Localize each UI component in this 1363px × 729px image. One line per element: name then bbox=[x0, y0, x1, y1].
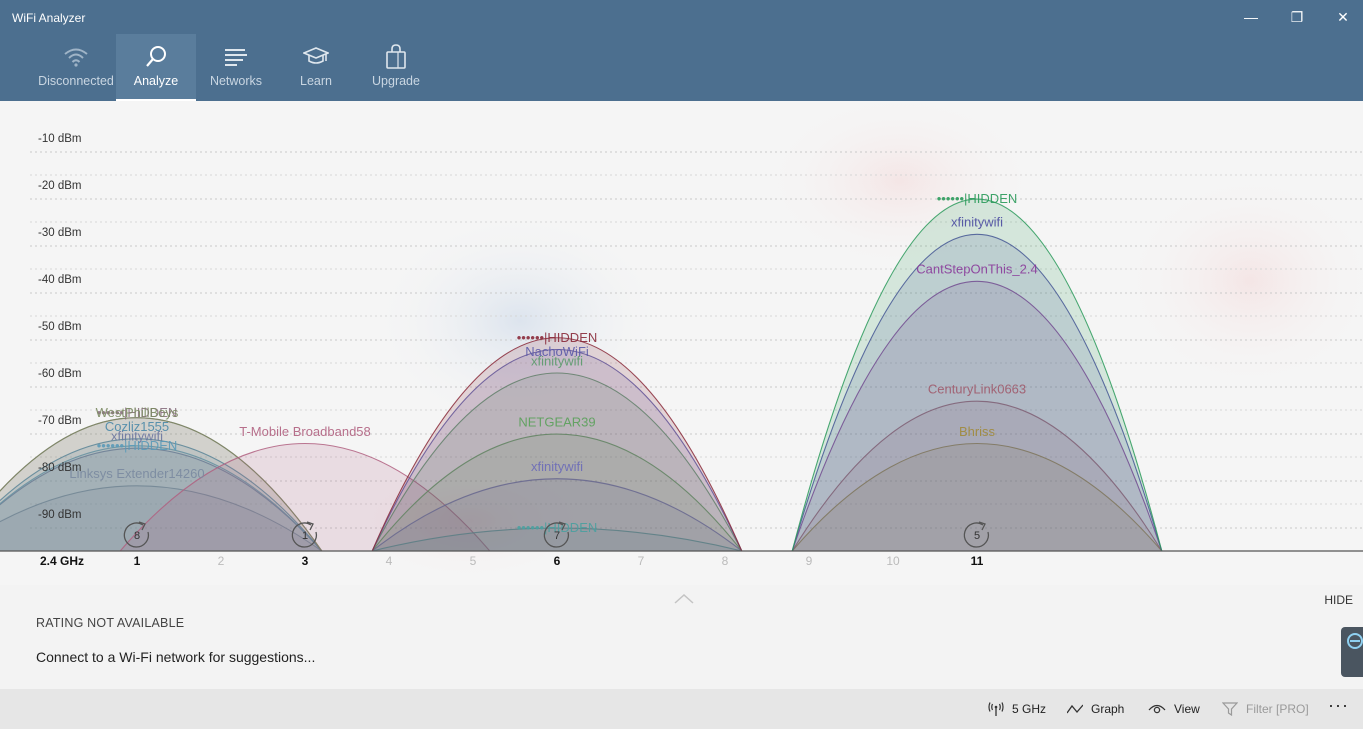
graduation-cap-icon bbox=[303, 44, 329, 70]
y-tick-label: -30 dBm bbox=[38, 227, 81, 239]
network-label: ••••••|HIDDEN bbox=[937, 191, 1018, 206]
nav-item-upgrade[interactable]: Upgrade bbox=[356, 34, 436, 101]
y-tick-label: -20 dBm bbox=[38, 180, 81, 192]
network-label: xfinitywifi bbox=[951, 215, 1003, 230]
x-tick-label: 11 bbox=[971, 554, 984, 568]
side-panel-tab[interactable] bbox=[1341, 627, 1363, 677]
nav-item-networks[interactable]: Networks bbox=[196, 34, 276, 101]
minimize-icon: — bbox=[1244, 9, 1258, 25]
x-tick-label: 6 bbox=[554, 554, 561, 568]
x-tick-label: 10 bbox=[886, 554, 900, 568]
filter-icon bbox=[1222, 702, 1238, 716]
network-label: WestPhillBoys bbox=[96, 405, 179, 420]
maximize-button[interactable]: ❐ bbox=[1274, 0, 1320, 34]
main-nav: Disconnected Analyze Networks Learn Upgr… bbox=[36, 34, 436, 101]
y-tick-label: -80 dBm bbox=[38, 462, 81, 474]
more-options-button[interactable]: ··· bbox=[1328, 695, 1349, 716]
x-tick-label: 5 bbox=[470, 554, 477, 568]
channel-count: 8 bbox=[134, 530, 140, 542]
channel-count: 7 bbox=[554, 530, 560, 542]
chevron-up-icon[interactable] bbox=[673, 592, 695, 610]
x-tick-label: 8 bbox=[722, 554, 729, 568]
band-toggle-button[interactable]: 5 GHz bbox=[988, 689, 1046, 729]
close-icon: ✕ bbox=[1337, 8, 1349, 25]
nav-label: Disconnected bbox=[38, 74, 114, 88]
channel-graph-svg: Linksys Extender14260 xfinitywifi ••••••|H… bbox=[0, 101, 1363, 581]
eye-icon bbox=[1148, 703, 1166, 715]
maximize-icon: ❐ bbox=[1290, 8, 1304, 25]
channel-count: 1 bbox=[302, 530, 308, 542]
network-label: CantStepOnThis_2.4 bbox=[916, 262, 1037, 277]
graph-label: Graph bbox=[1091, 702, 1125, 716]
command-bar: 5 GHz Graph View Filter [PRO] ··· bbox=[0, 689, 1363, 729]
x-tick-label: 3 bbox=[302, 554, 309, 568]
antenna-icon bbox=[988, 702, 1004, 716]
view-button[interactable]: View bbox=[1148, 689, 1200, 729]
rating-panel: HIDE RATING NOT AVAILABLE Connect to a W… bbox=[0, 585, 1363, 689]
network-label: xfinitywifi bbox=[531, 459, 583, 474]
nav-item-learn[interactable]: Learn bbox=[276, 34, 356, 101]
title-bar: WiFi Analyzer — ❐ ✕ Disconnected Analyze… bbox=[0, 0, 1363, 101]
nav-label: Analyze bbox=[133, 74, 179, 88]
network-label: ••••••|HIDDEN bbox=[97, 438, 178, 453]
network-label: T-Mobile Broadband58 bbox=[239, 424, 371, 439]
y-tick-label: -50 dBm bbox=[38, 321, 81, 333]
x-tick-label: 1 bbox=[134, 554, 141, 568]
y-tick-label: -90 dBm bbox=[38, 509, 81, 521]
network-label: NachoWiFi bbox=[525, 344, 589, 359]
network-label: ••••••|HIDDEN bbox=[517, 330, 598, 345]
network-label: Cozliz1555 bbox=[105, 419, 169, 434]
y-tick-label: -60 dBm bbox=[38, 368, 81, 380]
minimize-button[interactable]: — bbox=[1228, 0, 1274, 34]
graph-icon bbox=[1067, 703, 1083, 715]
nav-label: Upgrade bbox=[372, 74, 420, 88]
hide-button[interactable]: HIDE bbox=[1324, 593, 1353, 607]
view-label: View bbox=[1174, 702, 1200, 716]
network-label: NETGEAR39 bbox=[518, 414, 595, 429]
x-tick-label: 7 bbox=[638, 554, 645, 568]
y-tick-label: -10 dBm bbox=[38, 133, 81, 145]
filter-label: Filter [PRO] bbox=[1246, 702, 1309, 716]
nav-label: Networks bbox=[209, 74, 263, 88]
y-tick-label: -40 dBm bbox=[38, 274, 81, 286]
x-tick-label: 4 bbox=[386, 554, 393, 568]
network-label: Bhriss bbox=[959, 424, 996, 439]
band-label: 5 GHz bbox=[1012, 702, 1047, 716]
app-title: WiFi Analyzer bbox=[12, 11, 86, 25]
graph-button[interactable]: Graph bbox=[1067, 689, 1124, 729]
band-label: 2.4 GHz bbox=[40, 554, 84, 568]
network-label: CenturyLink0663 bbox=[928, 381, 1026, 396]
list-icon bbox=[223, 44, 249, 70]
wifi-icon bbox=[63, 44, 89, 70]
filter-button[interactable]: Filter [PRO] bbox=[1222, 689, 1309, 729]
nav-label: Learn bbox=[300, 74, 332, 88]
x-tick-label: 9 bbox=[806, 554, 813, 568]
y-tick-label: -70 dBm bbox=[38, 415, 81, 427]
channel-count: 5 bbox=[974, 530, 980, 542]
nav-item-disconnected[interactable]: Disconnected bbox=[36, 34, 116, 101]
suggestion-text: Connect to a Wi-Fi network for suggestio… bbox=[36, 649, 316, 665]
rating-title: RATING NOT AVAILABLE bbox=[36, 616, 185, 630]
channel-graph[interactable]: Linksys Extender14260 xfinitywifi ••••••|H… bbox=[0, 101, 1363, 585]
magnifier-icon bbox=[144, 44, 168, 70]
shopping-bag-icon bbox=[385, 44, 407, 70]
network-label: Linksys Extender14260 bbox=[69, 466, 204, 481]
close-button[interactable]: ✕ bbox=[1320, 0, 1363, 34]
x-tick-label: 2 bbox=[218, 554, 225, 568]
nav-item-analyze[interactable]: Analyze bbox=[116, 34, 196, 101]
